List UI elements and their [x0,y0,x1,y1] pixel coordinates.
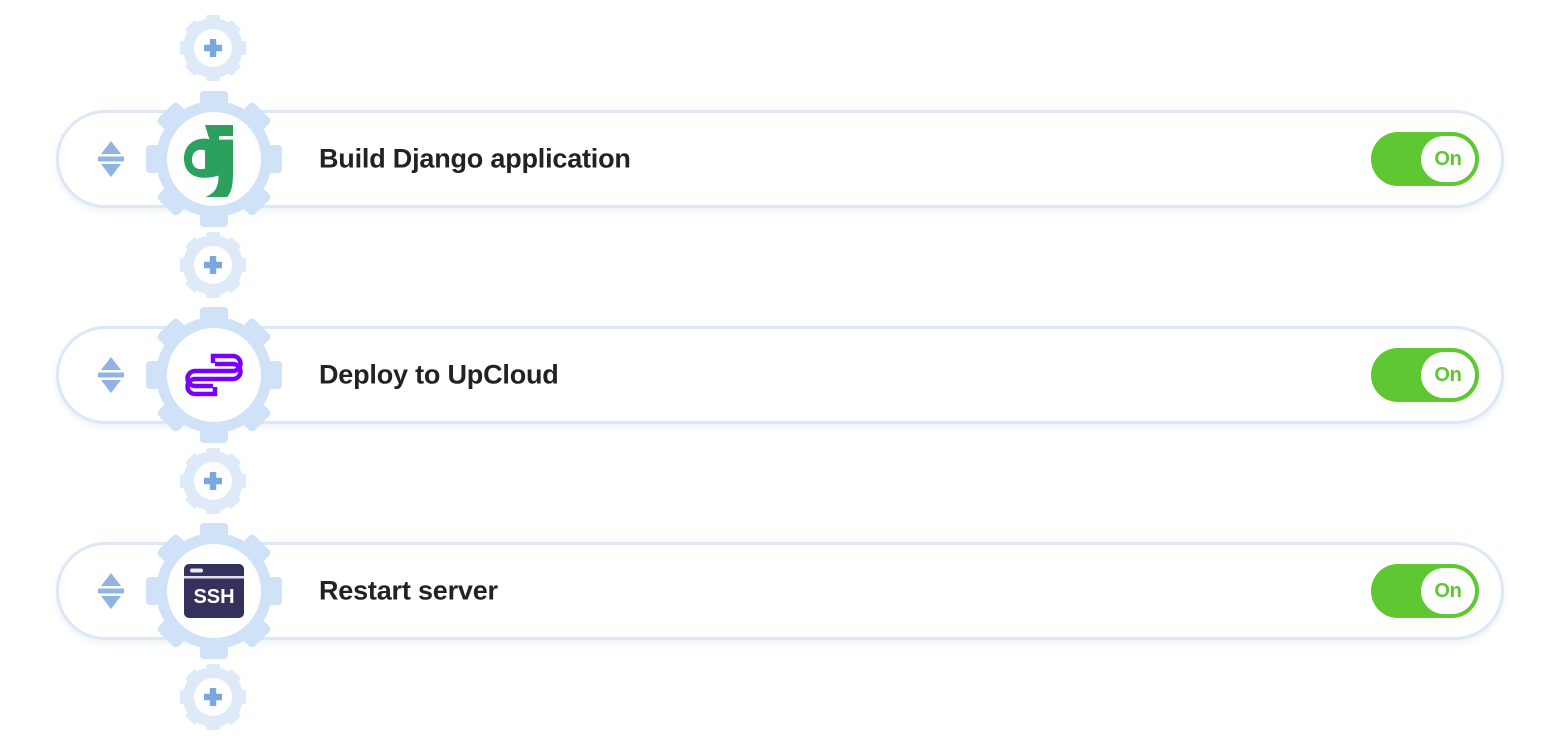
gear-plus-icon [180,15,246,81]
gear-plus-icon [180,448,246,514]
add-step-button-after-2[interactable] [180,448,246,514]
pipeline-container: Build Django application On [0,0,1548,750]
toggle-state-label: On [1421,136,1475,182]
reorder-updown-icon [96,570,126,612]
pipeline-step-row: Deploy to UpCloud On [0,300,1548,450]
pipeline-step-row: Build Django application On [0,84,1548,234]
add-step-button-after-3[interactable] [180,664,246,730]
step-enabled-toggle[interactable]: On [1371,132,1479,186]
pipeline-step-row: Restart server On [0,516,1548,666]
step-title: Restart server [319,576,498,607]
step-icon-badge[interactable]: SSH [146,516,282,666]
gear-plus-icon [180,232,246,298]
add-step-button-after-1[interactable] [180,232,246,298]
upcloud-icon [172,333,256,417]
step-enabled-toggle[interactable]: On [1371,564,1479,618]
gear-plus-icon [180,664,246,730]
step-icon-badge[interactable] [146,300,282,450]
add-step-button-top[interactable] [180,15,246,81]
step-enabled-toggle[interactable]: On [1371,348,1479,402]
reorder-updown-icon [96,138,126,180]
reorder-handle[interactable] [91,566,131,616]
svg-text:SSH: SSH [193,586,234,608]
django-icon [172,117,256,201]
step-title: Build Django application [319,144,631,175]
step-icon-badge[interactable] [146,84,282,234]
reorder-handle[interactable] [91,350,131,400]
step-title: Deploy to UpCloud [319,360,559,391]
toggle-state-label: On [1421,352,1475,398]
reorder-updown-icon [96,354,126,396]
toggle-state-label: On [1421,568,1475,614]
reorder-handle[interactable] [91,134,131,184]
ssh-icon: SSH [172,549,256,633]
